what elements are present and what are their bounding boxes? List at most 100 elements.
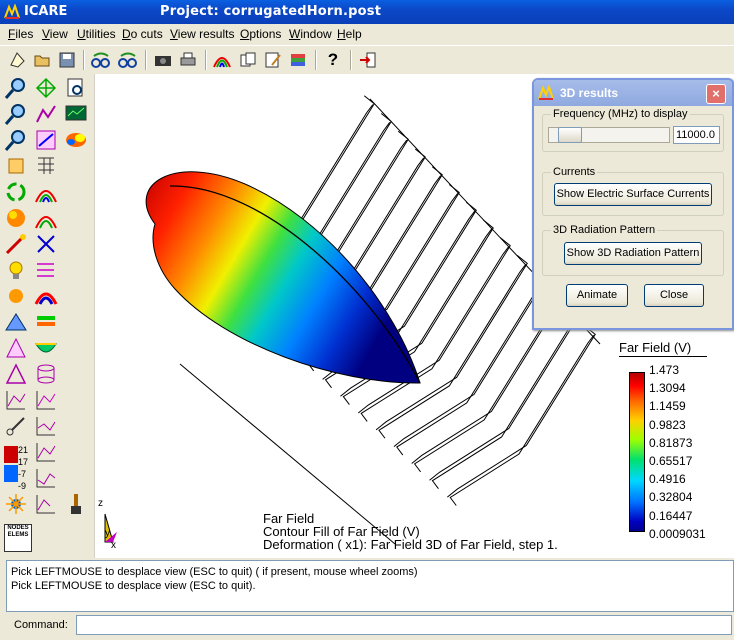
starburst-icon[interactable]: [4, 492, 28, 516]
show-currents-button[interactable]: Show Electric Surface Currents: [554, 183, 712, 206]
axis-triad: z y x: [98, 498, 117, 551]
legend-tick-label: 0.0009031: [649, 526, 706, 541]
nodes-elems-icon[interactable]: NODES ELEMS: [4, 524, 32, 552]
plot-5-icon[interactable]: [34, 466, 58, 490]
command-label: Command:: [14, 619, 68, 631]
probe-icon[interactable]: [4, 232, 28, 256]
command-input[interactable]: [76, 615, 732, 635]
sphere-icon[interactable]: [4, 206, 28, 230]
sun-icon[interactable]: [4, 284, 28, 308]
legend-title: Far Field (V): [619, 340, 692, 355]
legend-color-bar: [629, 372, 645, 532]
message-area[interactable]: Pick LEFTMOUSE to desplace view (ESC to …: [6, 560, 734, 612]
message-line-1: Pick LEFTMOUSE to desplace view (ESC to …: [11, 566, 418, 578]
animate-button[interactable]: Animate: [566, 284, 628, 307]
layers-icon[interactable]: [287, 49, 309, 71]
plot-3-icon[interactable]: [34, 414, 58, 438]
color-swatch-blue[interactable]: [4, 465, 18, 482]
rainbow-arc-icon[interactable]: [34, 180, 58, 204]
currents-group-label: Currents: [551, 166, 598, 178]
show-radiation-pattern-button[interactable]: Show 3D Radiation Pattern: [564, 242, 702, 265]
mesh-icon[interactable]: [34, 76, 58, 100]
new-icon[interactable]: [6, 49, 28, 71]
number-values-icon[interactable]: [34, 232, 58, 256]
rainbow-stripes-icon[interactable]: [34, 284, 58, 308]
frequency-slider[interactable]: [548, 127, 670, 143]
legend-tick-label: 0.16447: [649, 508, 693, 523]
radiation-pattern-group-label: 3D Radiation Pattern: [551, 224, 658, 236]
project-title: Project: corrugatedHorn.post: [160, 4, 382, 19]
cylinder-icon[interactable]: [34, 362, 58, 386]
zoom-window-icon[interactable]: [4, 128, 28, 152]
plot-4-icon[interactable]: [34, 440, 58, 464]
zoom-icon[interactable]: [4, 76, 28, 100]
zoom-out-icon[interactable]: [4, 102, 28, 126]
menu-help[interactable]: Help: [337, 27, 362, 41]
message-line-2: Pick LEFTMOUSE to desplace view (ESC to …: [11, 580, 256, 592]
save-icon[interactable]: [56, 49, 78, 71]
contour-icon[interactable]: [34, 128, 58, 152]
range-value-mid: 17: [18, 457, 29, 467]
menu-view-results[interactable]: View results: [170, 27, 234, 41]
menu-view[interactable]: View: [42, 27, 68, 41]
menu-options[interactable]: Options: [240, 27, 281, 41]
caption-deformation: Deformation ( x1): Far Field 3D of Far F…: [263, 537, 558, 552]
graph-icon[interactable]: [34, 102, 58, 126]
legend-tick-label: 1.3094: [649, 381, 686, 396]
horn-icon[interactable]: [34, 310, 58, 334]
brush-icon[interactable]: [64, 492, 88, 516]
camera-icon[interactable]: [152, 49, 174, 71]
triangle-icon[interactable]: [4, 336, 28, 360]
icare-logo-icon: [4, 4, 20, 19]
rotate-right-icon[interactable]: [117, 49, 139, 71]
plot-icon[interactable]: [4, 388, 28, 412]
axis-x-label: x: [111, 540, 116, 551]
legend-tick-label: 0.32804: [649, 490, 693, 505]
select-icon[interactable]: [4, 154, 28, 178]
menu-files[interactable]: Files: [8, 27, 33, 41]
axis-y-label: y: [105, 528, 110, 539]
toolbar: ?: [0, 45, 734, 75]
dialog-close-icon[interactable]: ×: [706, 84, 726, 104]
color-swatch-red[interactable]: [4, 446, 18, 463]
bowl-icon[interactable]: [34, 336, 58, 360]
open-icon[interactable]: [31, 49, 53, 71]
close-button[interactable]: Close: [644, 284, 704, 307]
legend-tick-label: 0.81873: [649, 435, 693, 450]
color-blob-icon[interactable]: [64, 128, 88, 152]
legend-tick-label: 1.473: [649, 363, 680, 377]
rainbow-icon[interactable]: [211, 49, 233, 71]
legend-tick-label: 0.4916: [649, 472, 686, 487]
cut-icon[interactable]: [4, 414, 28, 438]
dialog-title: 3D results: [560, 86, 619, 100]
plot-6-icon[interactable]: [34, 492, 58, 516]
monitor-icon[interactable]: [64, 102, 88, 126]
help-icon[interactable]: ?: [322, 49, 344, 71]
surface-icon[interactable]: [4, 310, 28, 334]
plot-2-icon[interactable]: [34, 388, 58, 412]
menu-utilities[interactable]: Utilities: [77, 27, 116, 41]
app-name: ICARE: [24, 4, 68, 19]
menu-do-cuts[interactable]: Do cuts: [122, 27, 163, 41]
tool-palette: 21 17 -7 -9 NODES ELEMS: [0, 74, 95, 558]
copy-icon[interactable]: [237, 49, 259, 71]
table-icon[interactable]: [34, 154, 58, 178]
notes-icon[interactable]: [262, 49, 284, 71]
rainbow-arc-2-icon[interactable]: [34, 206, 58, 230]
recycle-icon[interactable]: [4, 180, 28, 204]
menu-window[interactable]: Window: [289, 27, 332, 41]
title-bar[interactable]: ICARE Project: corrugatedHorn.post: [0, 0, 734, 24]
arrows-icon[interactable]: [34, 258, 58, 282]
frequency-slider-thumb[interactable]: [558, 127, 582, 143]
rotate-left-icon[interactable]: [90, 49, 112, 71]
document-search-icon[interactable]: [64, 76, 88, 100]
menu-bar: Files View Utilities Do cuts View result…: [0, 24, 734, 44]
exit-icon[interactable]: [357, 49, 379, 71]
print-icon[interactable]: [177, 49, 199, 71]
frequency-input[interactable]: 11000.0: [673, 126, 720, 144]
light-bulb-icon[interactable]: [4, 258, 28, 282]
axis-z-label: z: [98, 498, 103, 509]
triangle-outline-icon[interactable]: [4, 362, 28, 386]
legend-tick-label: 1.1459: [649, 399, 686, 414]
dialog-title-bar[interactable]: 3D results ×: [534, 80, 732, 106]
